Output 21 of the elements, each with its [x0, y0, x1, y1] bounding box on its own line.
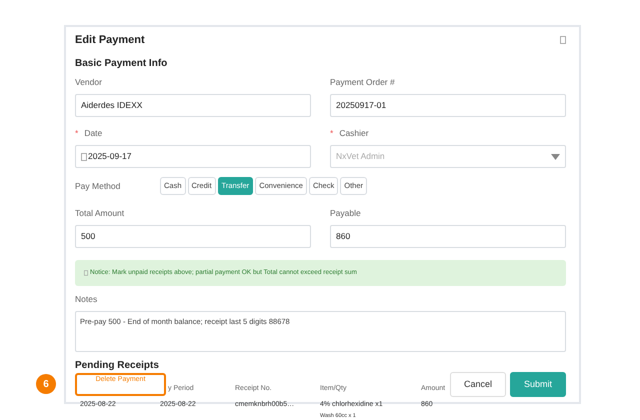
field-label: Cashier [339, 127, 369, 140]
field-label: Notes [75, 293, 98, 306]
section-heading: Basic Payment Info [75, 57, 168, 70]
cancel-button[interactable]: Cancel [450, 372, 506, 397]
field-label: Vendor [75, 76, 102, 89]
dialog-title: Edit Payment [75, 33, 145, 48]
field-label: Payment Order # [330, 76, 395, 89]
field-label: Total Amount [75, 207, 126, 220]
required-mark: * [330, 127, 334, 140]
input-field[interactable]: 20250917-01 [330, 94, 566, 117]
input-field[interactable]: 860 [330, 225, 566, 248]
caret-icon [551, 154, 560, 160]
step-badge: 6 [36, 374, 56, 394]
date-field[interactable]: 2025-09-17 [75, 145, 311, 168]
section-heading: Pending Receipts [75, 360, 160, 372]
input-field[interactable]: Aiderdes IDEXX [75, 94, 311, 117]
required-mark: * [75, 127, 78, 140]
field-label: Date [84, 127, 102, 140]
field-label: Pay Method [75, 180, 122, 192]
field-label: Payable [330, 207, 362, 220]
input-field[interactable]: 500 [75, 225, 311, 248]
